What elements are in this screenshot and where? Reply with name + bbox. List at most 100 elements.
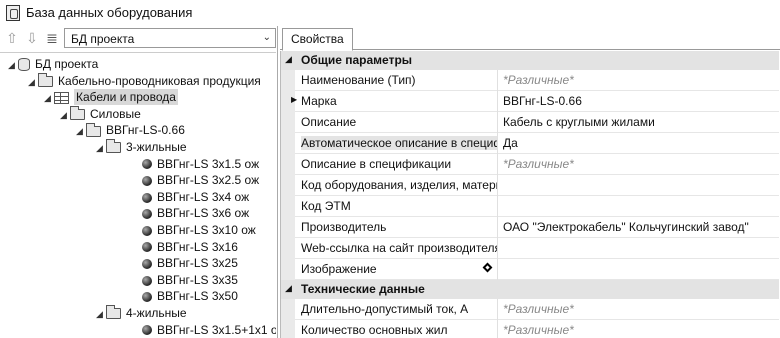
property-row[interactable]: Автоматическое описание в специф… Да xyxy=(281,133,779,154)
tree-node-label: ВВГнг-LS 3x35 xyxy=(157,272,238,287)
tree-toolbar: ⇧ ⇩ ≣ БД проекта ⌄ xyxy=(0,26,278,50)
move-down-icon[interactable]: ⇩ xyxy=(24,30,40,46)
property-category[interactable]: ◢ Технические данные xyxy=(281,280,779,299)
tab-properties[interactable]: Свойства xyxy=(282,28,353,51)
column-separator xyxy=(497,175,498,196)
row-gutter xyxy=(281,217,295,238)
property-value[interactable]: *Различные* xyxy=(503,302,574,316)
ball-icon xyxy=(142,259,152,270)
ball-icon xyxy=(142,192,152,203)
app-icon xyxy=(6,5,20,21)
property-value[interactable]: Да xyxy=(503,136,518,150)
tree-node-label: 4-жильные xyxy=(126,306,187,320)
properties-panel: Свойства ◢ Общие параметры Наименование (Т… xyxy=(280,26,780,338)
property-name: Описание xyxy=(301,115,357,129)
tree-panel: ⇧ ⇩ ≣ БД проекта ⌄ ◢ БД проекта ◢ Кабельно-… xyxy=(0,26,278,338)
expand-toggle-icon[interactable]: ◢ xyxy=(76,122,86,140)
folder-open-icon xyxy=(38,72,53,87)
row-gutter xyxy=(281,320,295,338)
property-name: Наименование (Тип) xyxy=(301,73,416,87)
tree-node[interactable]: ВВГнг-LS 3x1.5+1x1 ож xyxy=(132,321,276,338)
category-label: Технические данные xyxy=(301,282,425,296)
property-row[interactable]: Код ЭТМ xyxy=(281,196,779,217)
tree-node-label: ВВГнг-LS 3x16 xyxy=(157,239,238,254)
tree-node-label: ВВГнг-LS 3x25 xyxy=(157,256,238,271)
chevron-down-icon[interactable]: ⌄ xyxy=(263,32,271,43)
database-icon xyxy=(18,58,30,72)
database-icon[interactable]: ≣ xyxy=(44,30,60,46)
column-separator xyxy=(497,154,498,175)
property-name: Производитель xyxy=(301,220,387,234)
tree-node-label: ВВГнг-LS 3x10 ож xyxy=(157,223,256,237)
ball-icon xyxy=(142,325,152,336)
expand-toggle-icon[interactable]: ◢ xyxy=(96,305,106,323)
tree-node-label: ВВГнг-LS 3x50 xyxy=(157,289,238,304)
property-row[interactable]: Описание в спецификации *Различные* xyxy=(281,154,779,175)
column-separator xyxy=(497,91,498,112)
property-name: Автоматическое описание в специф… xyxy=(301,136,497,150)
property-row[interactable]: Количество основных жил *Различные* xyxy=(281,320,779,338)
ball-icon xyxy=(142,159,152,170)
column-separator xyxy=(497,112,498,133)
property-row[interactable]: Наименование (Тип) *Различные* xyxy=(281,70,779,91)
folder-open-icon xyxy=(106,139,121,154)
column-separator xyxy=(497,217,498,238)
property-name: Код оборудования, изделия, матери… xyxy=(301,178,497,192)
tab-bar: Свойства xyxy=(280,26,780,51)
expand-toggle-icon[interactable]: ◢ xyxy=(28,73,38,91)
property-row[interactable]: Web-ссылка на сайт производителя xyxy=(281,238,779,259)
property-value[interactable]: ВВГнг-LS-0.66 xyxy=(503,94,582,108)
tree-node-label: 3-жильные xyxy=(126,140,187,154)
tree-node-label: Кабельно-проводниковая продукция xyxy=(58,73,261,88)
property-category[interactable]: ◢ Общие параметры xyxy=(281,51,779,70)
tree-node-label: ВВГнг-LS 3x1.5+1x1 ож xyxy=(157,322,276,337)
title-bar: База данных оборудования xyxy=(0,0,780,26)
move-up-icon[interactable]: ⇧ xyxy=(4,30,20,46)
tree-node-label: ВВГнг-LS-0.66 xyxy=(106,123,185,138)
property-row[interactable]: Производитель ОАО "Электрокабель" Кольчуг… xyxy=(281,217,779,238)
property-value[interactable]: Кабель с круглыми жилами xyxy=(503,115,655,129)
folder-open-icon xyxy=(106,305,121,320)
row-gutter xyxy=(281,154,295,175)
property-row[interactable]: Код оборудования, изделия, матери… xyxy=(281,175,779,196)
property-name: Описание в спецификации xyxy=(301,157,452,171)
property-value[interactable]: *Различные* xyxy=(503,157,574,171)
property-name: Web-ссылка на сайт производителя xyxy=(301,241,497,255)
folder-open-icon xyxy=(86,122,101,137)
column-separator xyxy=(497,299,498,320)
expand-toggle-icon[interactable]: ◢ xyxy=(44,89,54,107)
row-gutter xyxy=(281,259,295,280)
table-icon xyxy=(54,92,69,105)
expand-toggle-icon[interactable]: ◢ xyxy=(60,106,70,124)
property-value[interactable]: ОАО "Электрокабель" Кольчугинский завод" xyxy=(503,220,749,234)
window-title: База данных оборудования xyxy=(26,5,193,20)
tree-node-label: Кабели и провода xyxy=(74,89,178,106)
property-grid: ◢ Общие параметры Наименование (Тип) *Разли… xyxy=(280,51,779,338)
ball-icon xyxy=(142,292,152,303)
tree-node-label: ВВГнг-LS 3x6 ож xyxy=(157,206,250,221)
row-gutter xyxy=(281,70,295,91)
tree-node-label: Силовые xyxy=(90,106,141,121)
equipment-tree[interactable]: ◢ БД проекта ◢ Кабельно-проводниковая проду… xyxy=(0,52,276,338)
row-gutter xyxy=(281,133,295,154)
row-gutter xyxy=(281,175,295,196)
folder-open-icon xyxy=(70,106,85,121)
property-row[interactable]: Изображение xyxy=(281,259,779,280)
tree-node-label: БД проекта xyxy=(35,57,99,71)
property-row[interactable]: Описание Кабель с круглыми жилами xyxy=(281,112,779,133)
collapse-icon[interactable]: ◢ xyxy=(285,283,292,294)
collapse-icon[interactable]: ◢ xyxy=(285,54,292,65)
database-select[interactable]: БД проекта ⌄ xyxy=(64,28,276,48)
property-value[interactable]: *Различные* xyxy=(503,323,574,337)
ball-icon xyxy=(142,176,152,187)
property-row[interactable]: ▶ Марка ВВГнг-LS-0.66 xyxy=(281,91,779,112)
row-gutter xyxy=(281,196,295,217)
column-separator xyxy=(497,320,498,338)
property-row[interactable]: Длительно-допустимый ток, А *Различные* xyxy=(281,299,779,320)
expand-toggle-icon[interactable]: ◢ xyxy=(96,139,106,157)
property-value[interactable]: *Различные* xyxy=(503,73,574,87)
column-separator xyxy=(497,259,498,280)
category-label: Общие параметры xyxy=(301,53,413,67)
ball-icon xyxy=(142,225,152,236)
expand-toggle-icon[interactable]: ◢ xyxy=(8,56,18,74)
